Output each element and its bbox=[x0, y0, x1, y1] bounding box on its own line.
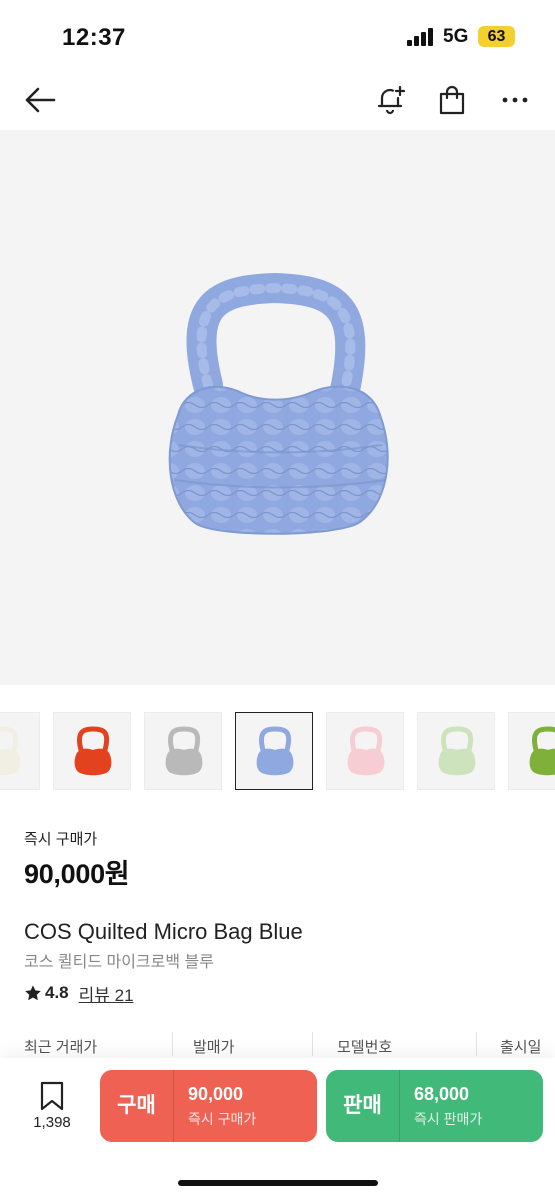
bag-image bbox=[168, 272, 389, 535]
bag-thumbnail-image bbox=[0, 726, 21, 776]
network-type: 5G bbox=[443, 26, 469, 47]
recent-trade-price-label: 최근 거래가 bbox=[24, 1039, 98, 1056]
wishlist-button[interactable]: 1,398 bbox=[26, 1078, 78, 1134]
status-time: 12:37 bbox=[62, 24, 126, 51]
back-button[interactable] bbox=[20, 80, 60, 120]
product-name-korean: 코스 퀼티드 마이크로백 블루 bbox=[24, 954, 214, 971]
divider bbox=[399, 1070, 400, 1142]
divider bbox=[172, 1032, 173, 1056]
rating-value: 4.8 bbox=[45, 983, 69, 1002]
battery-icon: 63 bbox=[478, 26, 515, 47]
product-hero-image[interactable] bbox=[0, 130, 555, 685]
bell-plus-icon bbox=[377, 85, 406, 115]
buy-price: 90,000 bbox=[188, 1084, 244, 1104]
divider bbox=[312, 1032, 313, 1056]
status-bar: 12:37 5G 63 bbox=[0, 0, 555, 70]
thumbnail-strip bbox=[0, 712, 555, 792]
thumbnail-2[interactable] bbox=[53, 712, 131, 790]
bag-thumbnail-image bbox=[256, 726, 294, 776]
bag-thumbnail-image bbox=[165, 726, 203, 776]
price-alert-button[interactable] bbox=[370, 80, 410, 120]
buy-label: 구매 bbox=[117, 1094, 156, 1117]
product-price: 90,000원 bbox=[24, 859, 130, 889]
wishlist-count: 1,398 bbox=[33, 1114, 71, 1131]
thumbnail-7[interactable] bbox=[508, 712, 555, 790]
release-price-label: 발매가 bbox=[193, 1039, 235, 1056]
thumbnail-6[interactable] bbox=[417, 712, 495, 790]
bag-thumbnail-image bbox=[74, 726, 112, 776]
cart-button[interactable] bbox=[432, 80, 472, 120]
bag-thumbnail-image bbox=[347, 726, 385, 776]
thumbnail-3[interactable] bbox=[144, 712, 222, 790]
instant-buy-label: 즉시 구매가 bbox=[24, 831, 98, 848]
thumbnail-4[interactable] bbox=[235, 712, 313, 790]
thumbnail-1[interactable] bbox=[0, 712, 40, 790]
release-date-label: 출시일 bbox=[500, 1039, 542, 1056]
more-button[interactable] bbox=[495, 80, 535, 120]
rating-row: 4.8 리뷰 21 bbox=[24, 981, 134, 1006]
sell-button[interactable]: 판매 68,000 즉시 판매가 bbox=[326, 1070, 543, 1142]
home-indicator bbox=[178, 1180, 378, 1186]
bottom-action-bar: 1,398 구매 90,000 즉시 구매가 판매 68,000 즉시 판매가 bbox=[0, 1058, 555, 1200]
buy-button[interactable]: 구매 90,000 즉시 구매가 bbox=[100, 1070, 317, 1142]
shopping-bag-icon bbox=[439, 85, 465, 115]
sell-label: 판매 bbox=[343, 1094, 382, 1117]
buy-subtitle: 즉시 구매가 bbox=[188, 1111, 257, 1127]
sell-subtitle: 즉시 판매가 bbox=[414, 1111, 483, 1127]
thumbnail-5[interactable] bbox=[326, 712, 404, 790]
sell-price: 68,000 bbox=[414, 1084, 470, 1104]
bag-thumbnail-image bbox=[438, 726, 476, 776]
star-icon bbox=[25, 985, 41, 1001]
reviews-link[interactable]: 리뷰 21 bbox=[79, 981, 134, 1006]
divider bbox=[476, 1032, 477, 1056]
divider bbox=[173, 1070, 174, 1142]
product-name: COS Quilted Micro Bag Blue bbox=[24, 919, 303, 944]
model-number-label: 모델번호 bbox=[337, 1039, 393, 1056]
bookmark-icon bbox=[40, 1081, 64, 1111]
more-dots-icon bbox=[502, 97, 528, 103]
bag-thumbnail-image bbox=[529, 726, 555, 776]
top-nav bbox=[0, 70, 555, 130]
signal-icon bbox=[407, 28, 435, 46]
arrow-left-icon bbox=[25, 87, 56, 113]
